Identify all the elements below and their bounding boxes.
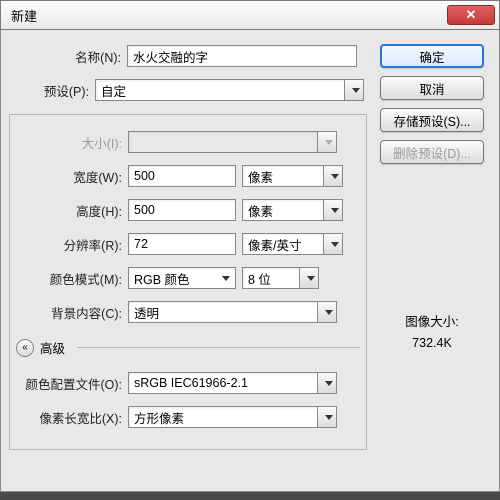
background-dropdown-button[interactable] [317,301,337,323]
title-bar: 新建 ✕ [0,0,500,30]
chevron-down-icon [325,140,333,145]
preset-fieldset: 大小(I): 宽度(W): 像素 高度(H): [9,114,367,450]
close-button[interactable]: ✕ [447,5,495,25]
advanced-toggle[interactable]: « [16,339,34,357]
image-size-label: 图像大小: [405,312,458,333]
background-label: 背景内容(C): [10,303,128,322]
aspect-dropdown-button[interactable] [317,406,337,428]
delete-preset-button: 删除预设(D)... [380,140,484,164]
height-unit-select[interactable]: 像素 [242,199,324,221]
bitdepth-select[interactable]: 8 位 [242,267,300,289]
chevron-down-icon [331,174,339,179]
chevron-down-icon [325,381,333,386]
window-title: 新建 [11,6,37,25]
size-label: 大小(I): [10,133,128,152]
resolution-unit-value: 像素/英寸 [248,235,301,254]
size-dropdown-button [317,131,337,153]
background-select[interactable]: 透明 [128,301,318,323]
profile-select[interactable]: sRGB IEC61966-2.1 [128,372,318,394]
dialog-body: 名称(N): 预设(P): 自定 大小(I): [0,30,500,492]
resolution-unit-select[interactable]: 像素/英寸 [242,233,324,255]
chevron-down-icon [325,310,333,315]
width-unit-select[interactable]: 像素 [242,165,324,187]
width-unit-dropdown-button[interactable] [323,165,343,187]
width-unit-value: 像素 [248,167,273,186]
name-label: 名称(N): [9,47,127,66]
aspect-select[interactable]: 方形像素 [128,406,318,428]
width-label: 宽度(W): [10,167,128,186]
bitdepth-value: 8 位 [248,269,271,288]
chevron-down-icon [307,276,315,281]
resolution-unit-dropdown-button[interactable] [323,233,343,255]
aspect-label: 像素长宽比(X): [10,408,128,427]
height-unit-dropdown-button[interactable] [323,199,343,221]
preset-value: 自定 [101,81,126,100]
divider [77,347,360,348]
profile-value: sRGB IEC61966-2.1 [134,376,248,390]
image-size-block: 图像大小: 732.4K [405,312,458,355]
profile-label: 颜色配置文件(O): [10,374,128,393]
chevron-down-icon [325,415,333,420]
resolution-input[interactable] [128,233,236,255]
bitdepth-dropdown-button[interactable] [299,267,319,289]
colormode-select[interactable]: RGB 颜色 [128,267,236,289]
chevron-down-icon [331,208,339,213]
chevron-down-icon [352,88,360,93]
background-value: 透明 [134,303,159,322]
advanced-label: 高级 [40,338,65,357]
chevron-down-icon [331,242,339,247]
resolution-label: 分辨率(R): [10,235,128,254]
height-label: 高度(H): [10,201,128,220]
left-column: 名称(N): 预设(P): 自定 大小(I): [9,44,367,479]
right-column: 确定 取消 存储预设(S)... 删除预设(D)... 图像大小: 732.4K [377,44,487,479]
preset-label: 预设(P): [9,81,95,100]
image-size-value: 732.4K [405,333,458,354]
save-preset-button[interactable]: 存储预设(S)... [380,108,484,132]
height-unit-value: 像素 [248,201,273,220]
colormode-label: 颜色模式(M): [10,269,128,288]
preset-dropdown-button[interactable] [344,79,364,101]
size-select [128,131,318,153]
cancel-button[interactable]: 取消 [380,76,484,100]
collapse-icon: « [22,342,28,353]
ok-button[interactable]: 确定 [380,44,484,68]
width-input[interactable] [128,165,236,187]
preset-select[interactable]: 自定 [95,79,345,101]
chevron-down-icon [222,276,230,281]
colormode-value: RGB 颜色 [134,269,190,288]
profile-dropdown-button[interactable] [317,372,337,394]
name-input[interactable] [127,45,357,67]
close-icon: ✕ [466,7,477,23]
height-input[interactable] [128,199,236,221]
aspect-value: 方形像素 [134,408,184,427]
